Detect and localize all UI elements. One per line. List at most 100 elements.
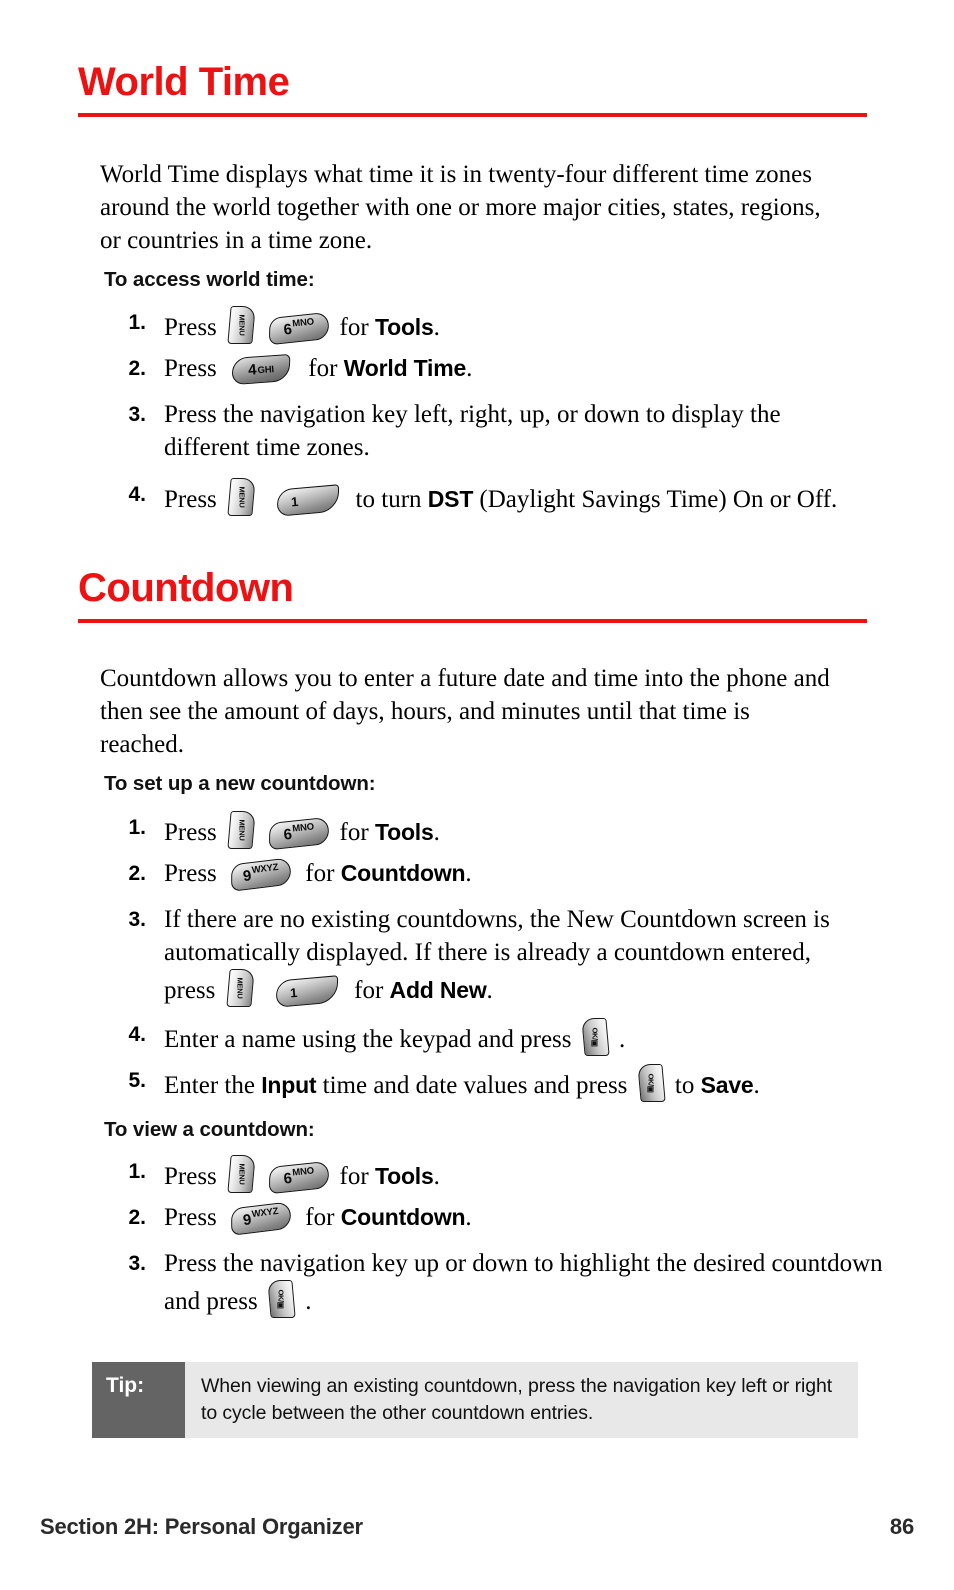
step-bold-term-2: Save (700, 1072, 754, 1098)
menu-key-icon: MENU (227, 811, 256, 849)
step-text: Press (164, 860, 217, 887)
section-countdown: Countdown (78, 568, 878, 623)
keypad-1-icon: 1 (277, 484, 340, 517)
page-title-world-time: World Time (78, 60, 290, 104)
step-tail: . (619, 1026, 626, 1053)
step-number: 3. (128, 1252, 146, 1275)
step-bold-term: World Time (343, 355, 467, 381)
step-number: 4. (128, 483, 146, 506)
keypad-6-mno-icon: 6 MNO (269, 311, 330, 346)
step-text: Enter a name using the keypad and press (164, 1026, 572, 1053)
menu-key-icon: MENU (227, 478, 256, 516)
step-text: Press (164, 486, 217, 513)
step-text: Press (164, 819, 217, 846)
step-text: Press (164, 314, 217, 341)
step-view-2: 2. Press 9 WXYZ for Countdown. (104, 1201, 864, 1236)
step-text-post: for (339, 819, 369, 846)
step-wt-3: 3. Press the navigation key left, right,… (104, 398, 864, 464)
step-text-post: for (339, 1163, 369, 1190)
step-bold-term: Tools (374, 314, 434, 340)
step-text: Press the navigation key left, right, up… (164, 401, 781, 461)
step-text-post: to (674, 1072, 695, 1099)
step-tail: . (486, 977, 493, 1004)
step-text-post: for (354, 977, 384, 1004)
step-tail: . (465, 860, 472, 887)
intro-paragraph-countdown: Countdown allows you to enter a future d… (100, 665, 830, 758)
tip-label: Tip: (92, 1362, 185, 1438)
step-bold-term: Tools (374, 819, 434, 845)
step-text-mid: time and date values and press (322, 1072, 628, 1099)
step-text: Enter the (164, 1072, 255, 1099)
menu-key-icon: MENU (227, 306, 256, 344)
keypad-6-mno-icon: 6 MNO (269, 1160, 330, 1195)
step-tail: . (305, 1288, 312, 1315)
step-text: Press (164, 1163, 217, 1190)
step-cd-2: 2. Press 9 WXYZ for Countdown. (104, 857, 864, 892)
step-bold-term: Input (261, 1072, 317, 1098)
keypad-9-wxyz-icon: 9 WXYZ (231, 1201, 291, 1236)
step-number: 1. (128, 816, 146, 839)
step-text-post: to turn (355, 486, 422, 513)
footer-page-number: 86 (889, 1514, 914, 1539)
step-number: 3. (128, 908, 146, 931)
ok-key-icon: OK/▣ (267, 1280, 296, 1318)
step-text: Press (164, 1204, 217, 1231)
step-bold-term: Countdown (340, 860, 466, 886)
step-number: 2. (128, 357, 146, 380)
step-bold-term: Tools (374, 1163, 434, 1189)
step-text: Press (164, 355, 217, 382)
footer-section-label: Section 2H: Personal Organizer (40, 1514, 363, 1539)
step-tail: . (433, 1163, 440, 1190)
step-number: 5. (128, 1069, 146, 1092)
keypad-1-icon: 1 (275, 975, 339, 1008)
step-number: 1. (128, 311, 146, 334)
step-view-3: 3. Press the navigation key up or down t… (104, 1247, 884, 1318)
step-bold-term: Add New (389, 977, 487, 1003)
step-tail: (Daylight Savings Time) On or Off. (473, 486, 838, 513)
keypad-6-mno-icon: 6 MNO (269, 816, 330, 851)
step-cd-3: 3. If there are no existing countdowns, … (104, 903, 864, 1008)
menu-key-icon: MENU (227, 1155, 256, 1193)
step-number: 2. (128, 862, 146, 885)
step-tail: . (753, 1072, 760, 1099)
page-footer: Section 2H: Personal Organizer 86 (40, 1514, 914, 1540)
ok-key-icon: OK/▣ (581, 1018, 610, 1056)
step-number: 4. (128, 1023, 146, 1046)
step-text-post: for (308, 355, 338, 382)
tip-box: Tip: When viewing an existing countdown,… (92, 1362, 858, 1438)
keypad-4-ghi-icon: 4 GHI (231, 353, 291, 386)
step-text-post: for (305, 860, 335, 887)
page-title-countdown: Countdown (78, 566, 294, 610)
step-view-1: 1. Press MENU 6 MNO for Tools. (104, 1155, 864, 1195)
step-wt-2: 2. Press 4 GHI for World Time. (104, 352, 864, 386)
step-number: 1. (128, 1160, 146, 1183)
ok-key-icon: OK/▣ (636, 1064, 666, 1102)
step-number: 3. (128, 403, 146, 426)
tip-text: When viewing an existing countdown, pres… (201, 1375, 833, 1424)
step-wt-4: 4. Press MENU 1 to turn DST (Daylight Sa… (104, 478, 864, 517)
heading-rule (78, 619, 867, 623)
step-text-post: for (339, 314, 369, 341)
manual-page: World Time World Time displays what time… (0, 0, 954, 1590)
step-tail: . (466, 355, 473, 382)
step-tail: . (465, 1204, 472, 1231)
step-text: If there are no existing countdowns, the… (164, 906, 830, 1004)
intro-paragraph-world-time: World Time displays what time it is in t… (100, 161, 821, 254)
section-world-time: World Time (78, 62, 878, 117)
step-number: 2. (128, 1206, 146, 1229)
step-wt-1: 1. Press MENU 6 MNO for Tools. (104, 306, 864, 346)
step-cd-5: 5. Enter the Input time and date values … (104, 1064, 884, 1102)
heading-rule (78, 113, 867, 117)
subhead-set-up-new-countdown: To set up a new countdown: (104, 772, 376, 795)
menu-key-icon: MENU (225, 969, 255, 1007)
step-cd-4: 4. Enter a name using the keypad and pre… (104, 1018, 864, 1056)
step-tail: . (433, 314, 440, 341)
step-cd-1: 1. Press MENU 6 MNO for Tools. (104, 811, 864, 851)
step-bold-term: DST (427, 486, 474, 512)
subhead-view-countdown: To view a countdown: (104, 1118, 315, 1141)
step-tail: . (433, 819, 440, 846)
step-bold-term: Countdown (340, 1204, 466, 1230)
keypad-9-wxyz-icon: 9 WXYZ (231, 857, 291, 892)
step-text-post: for (305, 1204, 335, 1231)
subhead-access-world-time: To access world time: (104, 268, 315, 291)
